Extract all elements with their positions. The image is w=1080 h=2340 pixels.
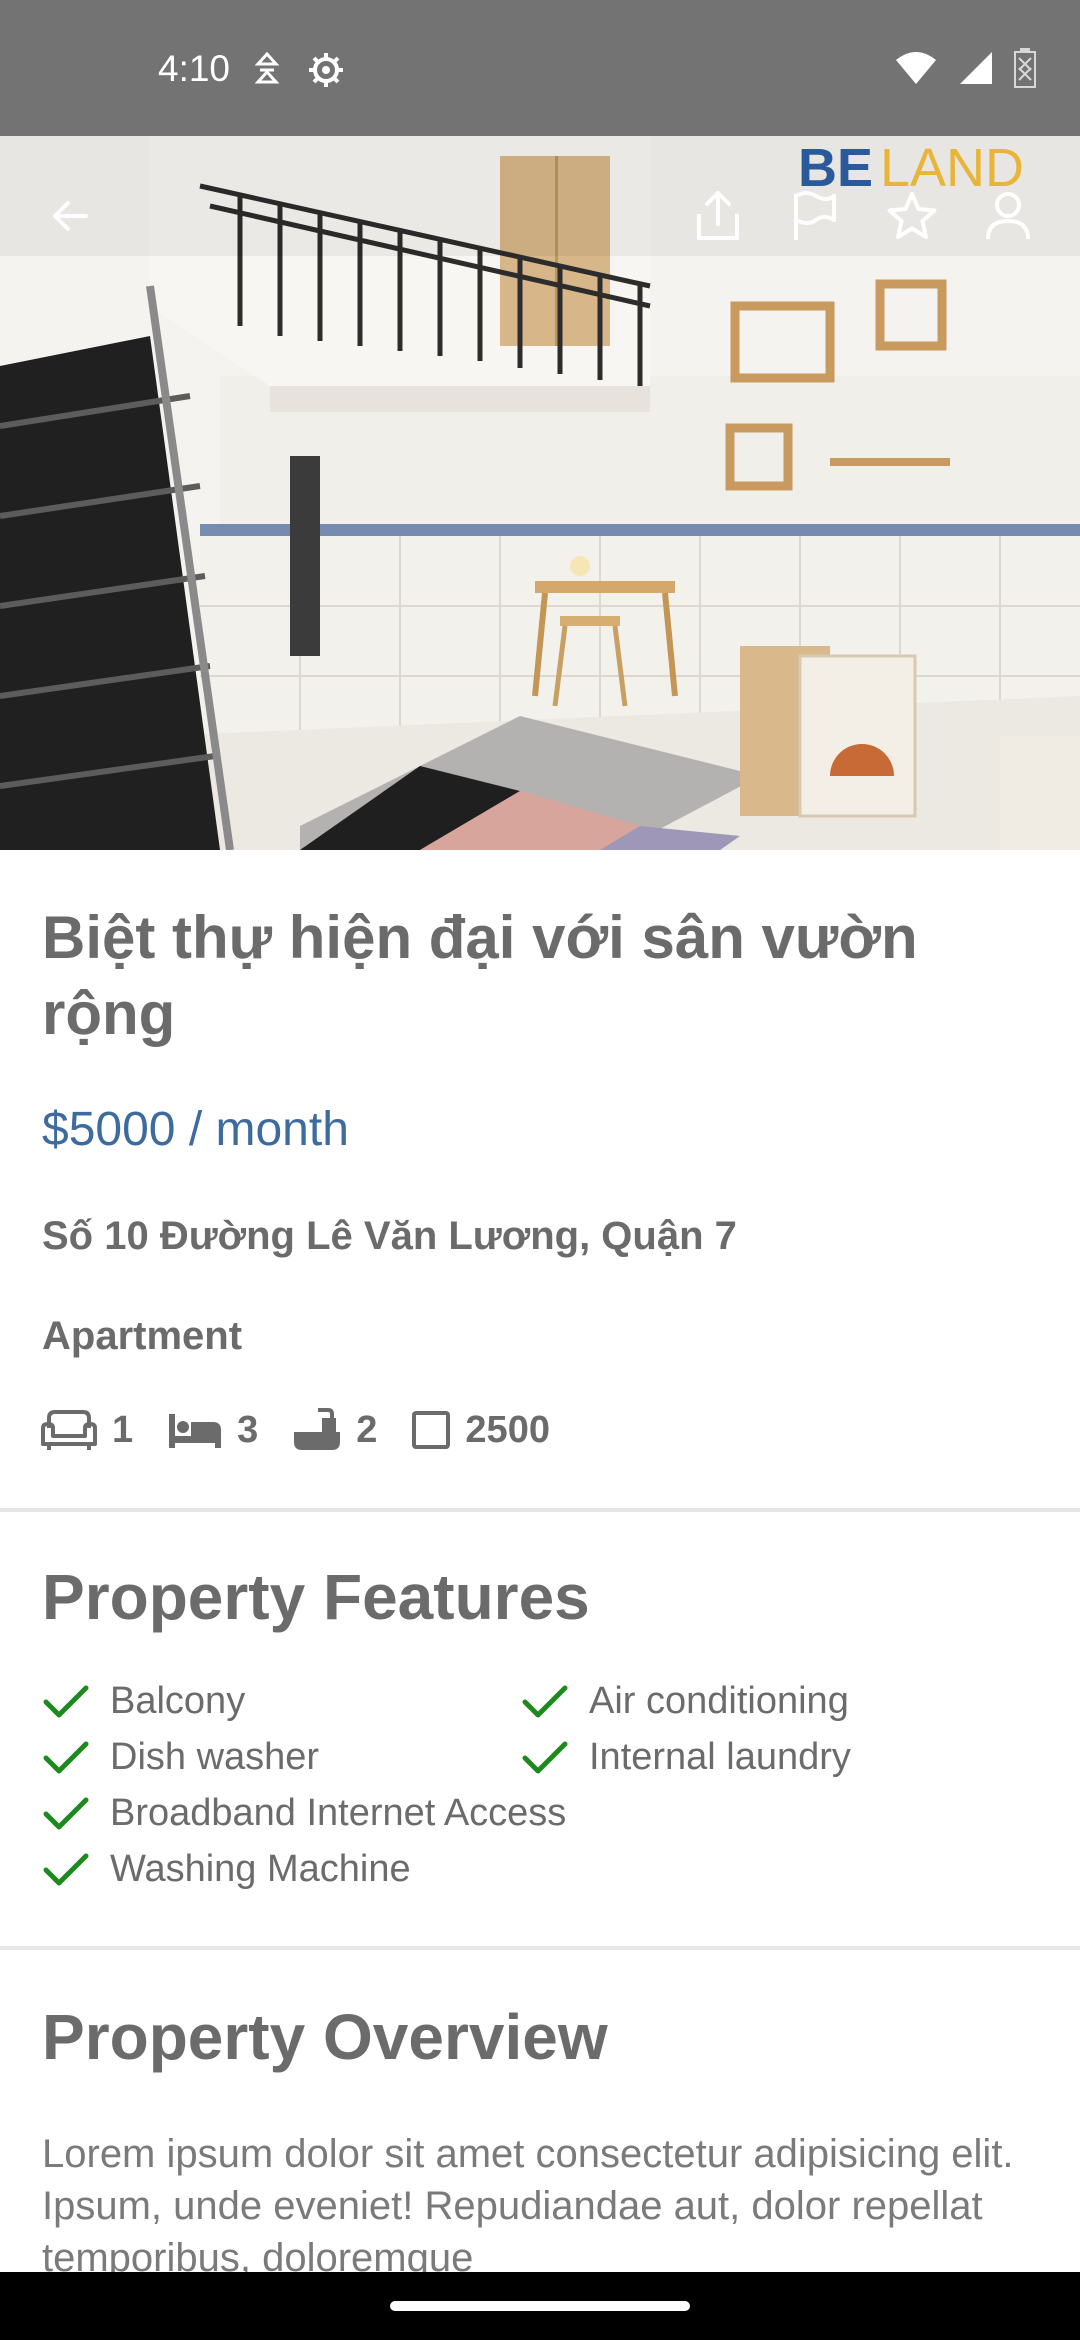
area-icon [411,1410,451,1450]
divider [0,1946,1080,1950]
check-icon [521,1684,569,1720]
back-button[interactable] [40,188,100,248]
overview-text: Lorem ipsum dolor sit amet consectetur a… [42,2132,1014,2280]
status-bar: 4:10 [0,0,1080,136]
share-button[interactable] [688,188,748,248]
feature-label: Internal laundry [589,1736,851,1778]
share-icon [694,190,742,247]
property-address: Số 10 Đường Lê Văn Lương, Quận 7 [42,1214,737,1258]
check-icon [42,1684,90,1720]
bed-icon [167,1410,223,1450]
favorite-button[interactable] [882,188,942,248]
report-button[interactable] [784,188,844,248]
spec-sofa-value: 1 [112,1408,134,1451]
feature-item: Dish washer [42,1736,319,1779]
feature-item: Internal laundry [521,1736,851,1779]
spec-beds-value: 3 [237,1408,259,1451]
profile-icon [985,191,1031,246]
property-title: Biệt thự hiện đại với sân vườn rộng [42,904,918,1047]
battery-icon [1014,48,1036,93]
check-icon [42,1740,90,1776]
property-specs: 1 3 2 2500 [40,1406,584,1454]
home-gesture-handle[interactable] [390,2301,690,2311]
feature-item: Broadband Internet Access [42,1792,566,1835]
spec-area-value: 2500 [465,1408,550,1451]
wifi-icon [894,50,938,91]
feature-item: Air conditioning [521,1680,849,1723]
property-type: Apartment [42,1314,243,1358]
data-saver-icon [254,50,280,95]
overview-title: Property Overview [42,2001,608,2073]
star-icon [886,191,938,246]
signal-icon [958,50,994,91]
spec-area: 2500 [411,1409,550,1452]
divider [0,1508,1080,1512]
property-photo[interactable]: BE LAND [0,136,1080,850]
feature-label: Balcony [110,1680,246,1722]
spec-baths-value: 2 [356,1408,378,1451]
check-icon [42,1852,90,1888]
settings-sync-icon [306,50,346,95]
check-icon [42,1796,90,1832]
spec-sofa: 1 [40,1408,133,1452]
bathtub-icon [292,1406,342,1454]
profile-button[interactable] [978,188,1038,248]
status-time: 4:10 [158,48,231,89]
property-price: $5000 / month [42,1103,349,1156]
flag-icon [790,190,838,247]
spec-baths: 2 [292,1406,377,1454]
feature-label: Air conditioning [589,1680,849,1722]
check-icon [521,1740,569,1776]
spec-beds: 3 [167,1409,258,1452]
feature-item: Washing Machine [42,1848,411,1891]
feature-label: Dish washer [110,1736,320,1778]
feature-item: Balcony [42,1680,245,1723]
sofa-icon [40,1408,98,1452]
features-title: Property Features [42,1561,590,1633]
feature-label: Washing Machine [110,1848,411,1890]
back-icon [48,194,92,243]
feature-label: Broadband Internet Access [110,1792,567,1834]
